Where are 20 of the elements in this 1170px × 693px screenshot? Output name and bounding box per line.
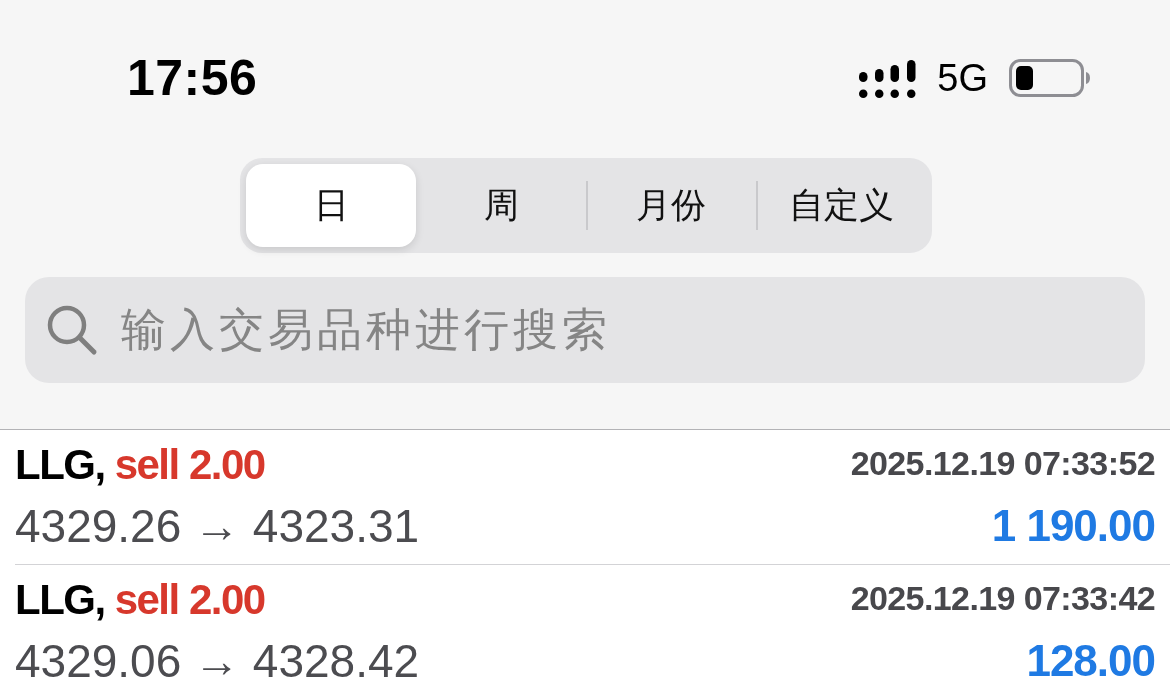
trade-symbol: LLG, [15,440,105,490]
trade-time: 2025.12.19 07:33:42 [850,578,1155,619]
search-icon [46,304,98,356]
search-field[interactable]: 输入交易品种进行搜索 [25,277,1145,383]
trade-profit: 128.00 [1026,635,1155,687]
period-tab[interactable]: 月份 [586,164,756,247]
trade-prices: 4329.06 → 4328.42 [15,634,420,689]
trade-prices: 4329.26 → 4323.31 [15,499,420,554]
battery-icon [1009,59,1090,97]
trade-time: 2025.12.19 07:33:52 [850,443,1155,484]
trade-order: sell 2.00 [114,575,265,625]
network-label: 5G [937,56,988,100]
trade-symbol: LLG, [15,575,105,625]
trade-order: sell 2.00 [114,440,265,490]
period-tab[interactable]: 自定义 [756,164,926,247]
status-time: 17:56 [127,49,258,107]
trade-profit: 1 190.00 [991,500,1155,552]
period-tab[interactable]: 周 [416,164,586,247]
signal-icon [859,60,917,98]
period-tab[interactable]: 日 [246,164,416,247]
